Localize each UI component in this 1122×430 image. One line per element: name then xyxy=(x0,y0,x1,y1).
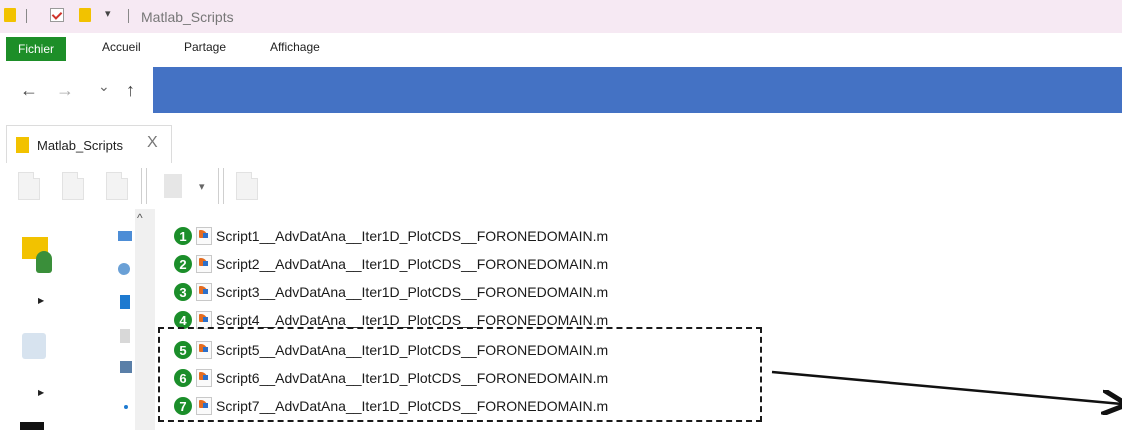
toolbar-separator xyxy=(223,168,224,204)
document-icon[interactable] xyxy=(236,172,258,200)
matlab-file-icon xyxy=(196,227,212,245)
network-icon[interactable] xyxy=(118,263,130,275)
document-icon[interactable] xyxy=(106,172,128,200)
tab-affichage[interactable]: Affichage xyxy=(270,33,320,61)
number-badge: 2 xyxy=(174,255,192,273)
up-icon[interactable]: ↑ xyxy=(126,80,135,101)
toolbar-separator xyxy=(218,168,219,204)
annotation-arrow xyxy=(771,370,1122,430)
file-name: Script2__AdvDatAna__Iter1D_PlotCDS__FORO… xyxy=(216,256,609,272)
toolbar-separator xyxy=(141,168,142,204)
document-icon[interactable] xyxy=(18,172,40,200)
list-item[interactable]: 1 Script1__AdvDatAna__Iter1D_PlotCDS__FO… xyxy=(174,225,608,247)
user-icon xyxy=(36,251,52,273)
customize-quick-access-icon[interactable]: ▾ xyxy=(105,7,111,20)
tab-fichier[interactable]: Fichier xyxy=(6,37,66,61)
title-bar: ▾ Matlab_Scripts xyxy=(0,0,1122,32)
list-item[interactable]: 2 Script2__AdvDatAna__Iter1D_PlotCDS__FO… xyxy=(174,253,608,275)
computer-icon[interactable] xyxy=(118,231,132,241)
separator xyxy=(26,9,27,23)
file-name: Script4__AdvDatAna__Iter1D_PlotCDS__FORO… xyxy=(216,312,609,328)
tab-accueil[interactable]: Accueil xyxy=(102,33,141,61)
file-name: Script1__AdvDatAna__Iter1D_PlotCDS__FORO… xyxy=(216,228,609,244)
matlab-file-icon xyxy=(196,283,212,301)
properties-check-icon[interactable] xyxy=(50,8,64,22)
document-icon[interactable] xyxy=(120,329,130,343)
toolbar-separator xyxy=(146,168,147,204)
drive-icon[interactable] xyxy=(120,295,130,309)
picture-icon[interactable] xyxy=(120,361,132,373)
chevron-down-icon[interactable]: ▾ xyxy=(199,180,205,193)
tab-partage[interactable]: Partage xyxy=(184,33,226,61)
separator xyxy=(128,9,129,23)
window-title: Matlab_Scripts xyxy=(141,9,234,25)
folder-icon[interactable] xyxy=(164,174,182,198)
close-tab-icon[interactable]: X xyxy=(147,134,158,152)
back-icon[interactable]: ← xyxy=(20,80,38,101)
number-badge: 3 xyxy=(174,283,192,301)
selection-highlight-box xyxy=(158,327,762,422)
recycle-bin-icon[interactable] xyxy=(22,333,46,359)
expand-arrow-icon[interactable]: ▶ xyxy=(38,296,44,305)
folder-icon xyxy=(16,137,29,153)
recent-locations-icon[interactable]: ⌄ xyxy=(98,78,110,95)
folder-tab[interactable]: Matlab_Scripts X xyxy=(6,125,172,163)
address-bar[interactable] xyxy=(153,67,1122,113)
document-icon[interactable] xyxy=(62,172,84,200)
file-name: Script3__AdvDatAna__Iter1D_PlotCDS__FORO… xyxy=(216,284,609,300)
matlab-file-icon xyxy=(196,255,212,273)
scroll-up-icon[interactable]: ^ xyxy=(137,211,143,225)
folder-tab-label: Matlab_Scripts xyxy=(37,138,123,153)
scrollbar[interactable] xyxy=(135,209,155,430)
new-folder-icon[interactable] xyxy=(79,8,91,22)
cloud-icon[interactable] xyxy=(124,405,128,409)
folder-icon xyxy=(4,8,16,22)
ribbon-tabs: Fichier Accueil Partage Affichage xyxy=(0,33,1122,61)
expand-arrow-icon[interactable]: ▶ xyxy=(38,388,44,397)
forward-icon[interactable]: → xyxy=(56,80,74,101)
number-badge: 1 xyxy=(174,227,192,245)
app-icon[interactable] xyxy=(20,422,44,430)
list-item[interactable]: 3 Script3__AdvDatAna__Iter1D_PlotCDS__FO… xyxy=(174,281,608,303)
